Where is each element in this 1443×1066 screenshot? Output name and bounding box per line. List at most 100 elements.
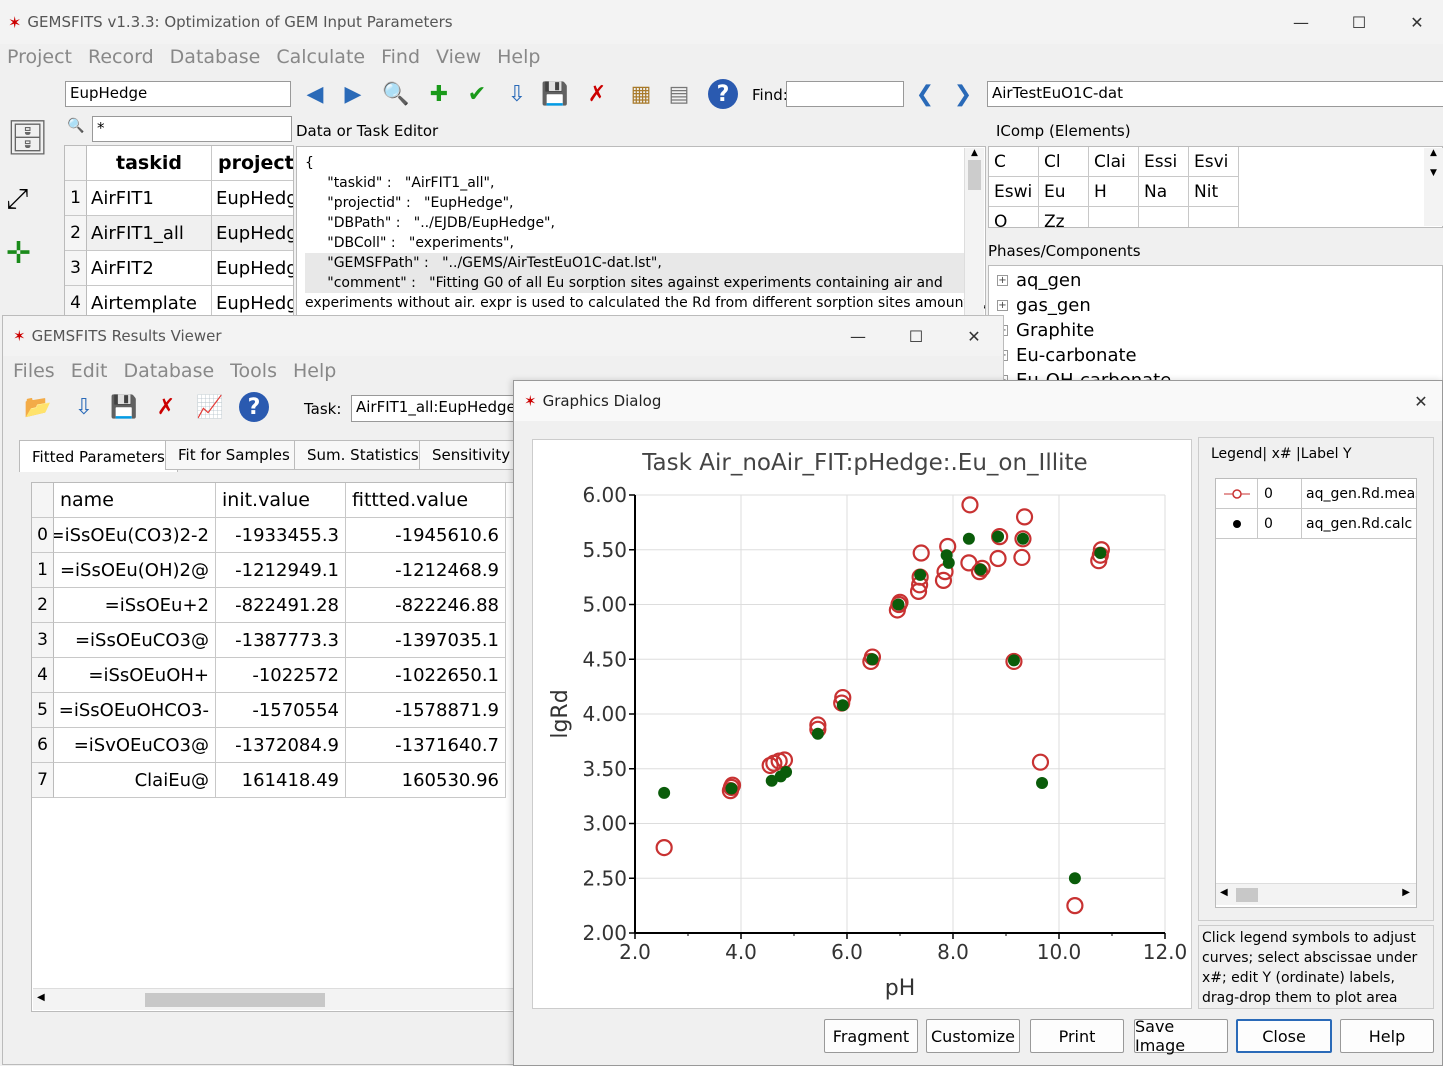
icomp-cell[interactable]: Cl	[1039, 147, 1089, 177]
rv-help-icon[interactable]: ?	[239, 392, 269, 422]
icomp-cell[interactable]	[1089, 207, 1139, 227]
save-icon[interactable]: 💾	[538, 77, 572, 111]
calculator-icon[interactable]: ▦	[624, 77, 658, 111]
forward-arrow-icon[interactable]: ▶	[336, 77, 370, 111]
table-icon[interactable]: ▤	[662, 77, 696, 111]
icomp-cell[interactable]: Na	[1139, 177, 1189, 207]
task-header-taskid[interactable]: taskid	[87, 146, 212, 181]
params-header-fitted[interactable]: fittted.value	[346, 483, 506, 518]
icomp-cell[interactable]: H	[1089, 177, 1139, 207]
param-cell-fitted[interactable]: -1022650.1	[346, 658, 506, 693]
legend-x-index[interactable]: 0	[1258, 479, 1302, 509]
legend-symbol[interactable]	[1216, 509, 1258, 539]
close-button[interactable]: ✕	[1388, 0, 1443, 44]
param-cell-name[interactable]: =iSsOEu(OH)2@	[54, 553, 216, 588]
project-field[interactable]: EupHedge	[65, 81, 291, 107]
task-cell-taskid[interactable]: AirFIT2	[87, 251, 212, 286]
plot-icon[interactable]: 📈	[193, 390, 227, 424]
menu-record[interactable]: Record	[88, 46, 154, 68]
icomp-cell[interactable]: C	[989, 147, 1039, 177]
param-cell-fitted[interactable]: -822246.88	[346, 588, 506, 623]
param-cell-init[interactable]: -1022572	[216, 658, 346, 693]
minimize-button[interactable]: —	[1272, 0, 1330, 44]
menu-project[interactable]: Project	[7, 46, 72, 68]
save-image-button[interactable]: Save Image	[1134, 1017, 1228, 1055]
legend-x-index[interactable]: 0	[1258, 509, 1302, 539]
param-cell-fitted[interactable]: -1945610.6	[346, 518, 506, 553]
graphics-close-button[interactable]: ✕	[1398, 381, 1442, 421]
param-cell-fitted[interactable]: -1371640.7	[346, 728, 506, 763]
fragment-button[interactable]: Fragment	[824, 1019, 918, 1053]
param-cell-init[interactable]: 161418.49	[216, 763, 346, 798]
delete-icon[interactable]: ✗	[580, 77, 614, 111]
help-icon[interactable]: ?	[708, 79, 738, 109]
param-cell-init[interactable]: -1212949.1	[216, 553, 346, 588]
back-arrow-icon[interactable]: ◀	[298, 77, 332, 111]
legend-hscrollbar[interactable]: ◀ ▶	[1216, 883, 1416, 905]
results-maximize-button[interactable]: ☐	[887, 316, 945, 356]
icomp-cell[interactable]: O	[989, 207, 1039, 227]
param-cell-init[interactable]: -1933455.3	[216, 518, 346, 553]
icomp-scrollbar[interactable]: ▲ ▼	[1424, 148, 1443, 226]
menu-rv-help[interactable]: Help	[293, 360, 336, 382]
icomp-cell[interactable]: Esvi	[1189, 147, 1239, 177]
param-cell-name[interactable]: =iSvOEuCO3@	[54, 728, 216, 763]
icomp-cell[interactable]: Zz	[1039, 207, 1089, 227]
phase-tree-item[interactable]: + gas_gen	[997, 295, 1091, 316]
param-cell-init[interactable]: -1372084.9	[216, 728, 346, 763]
close-dialog-button[interactable]: Close	[1236, 1019, 1332, 1053]
icomp-cell[interactable]: Essi	[1139, 147, 1189, 177]
check-icon[interactable]: ✔	[460, 77, 494, 111]
rv-delete-icon[interactable]: ✗	[149, 390, 183, 424]
icomp-cell[interactable]: Eu	[1039, 177, 1089, 207]
customize-button[interactable]: Customize	[926, 1019, 1020, 1053]
task-cell-taskid[interactable]: AirFIT1	[87, 181, 212, 216]
import-icon[interactable]: ⇩	[500, 77, 534, 111]
task-cell-project[interactable]: EupHedg	[212, 251, 293, 286]
params-header-name[interactable]: name	[54, 483, 216, 518]
results-close-button[interactable]: ✕	[945, 316, 1003, 356]
expand-icon[interactable]: +	[997, 275, 1008, 286]
rv-save-icon[interactable]: 💾	[107, 390, 141, 424]
menu-calculate[interactable]: Calculate	[276, 46, 365, 68]
param-cell-name[interactable]: =iSsOEuCO3@	[54, 623, 216, 658]
filter-input[interactable]: *	[92, 116, 292, 142]
param-cell-fitted[interactable]: -1212468.9	[346, 553, 506, 588]
find-next-icon[interactable]: ❯	[946, 77, 980, 111]
params-header-init[interactable]: init.value	[216, 483, 346, 518]
menu-rv-database[interactable]: Database	[124, 360, 215, 382]
menu-database[interactable]: Database	[170, 46, 261, 68]
task-cell-project[interactable]: EupHedg	[212, 216, 293, 251]
link-tool-icon[interactable]: ⤢	[6, 182, 58, 222]
task-cell-taskid[interactable]: AirFIT1_all	[87, 216, 212, 251]
menu-tools[interactable]: Tools	[230, 360, 277, 382]
scatter-chart[interactable]: 2.0 4.0 6.0 8.0 10.0 12.02.002.503.003.504.00…	[533, 440, 1193, 1010]
menu-files[interactable]: Files	[13, 360, 55, 382]
param-cell-init[interactable]: -822491.28	[216, 588, 346, 623]
icomp-cell[interactable]	[1189, 207, 1239, 227]
rv-import-icon[interactable]: ⇩	[67, 390, 101, 424]
database-key-icon[interactable]: 🗄	[6, 118, 58, 174]
param-cell-init[interactable]: -1570554	[216, 693, 346, 728]
menu-help[interactable]: Help	[497, 46, 540, 68]
menu-view[interactable]: View	[436, 46, 481, 68]
param-cell-name[interactable]: =iSsOEu+2	[54, 588, 216, 623]
tab-sum-statistics[interactable]: Sum. Statistics	[294, 440, 432, 470]
plot-panel[interactable]: 2.0 4.0 6.0 8.0 10.0 12.0 2.00 2.50 3.00 3.50 4.00…	[532, 439, 1192, 1009]
param-cell-fitted[interactable]: -1578871.9	[346, 693, 506, 728]
tab-fit-for-samples[interactable]: Fit for Samples	[165, 440, 303, 470]
expand-icon[interactable]: +	[997, 300, 1008, 311]
icomp-cell[interactable]	[1139, 207, 1189, 227]
menu-edit[interactable]: Edit	[71, 360, 108, 382]
maximize-button[interactable]: ☐	[1330, 0, 1388, 44]
help-button[interactable]: Help	[1340, 1019, 1434, 1053]
open-folder-icon[interactable]: 📂	[21, 390, 55, 424]
record-key-field[interactable]: AirTestEuO1C-dat	[987, 81, 1443, 107]
add-record-icon[interactable]: ✚	[422, 77, 456, 111]
param-cell-fitted[interactable]: -1397035.1	[346, 623, 506, 658]
task-header-project[interactable]: project	[212, 146, 293, 181]
menu-find[interactable]: Find	[381, 46, 420, 68]
param-cell-init[interactable]: -1387773.3	[216, 623, 346, 658]
param-cell-name[interactable]: =iSsOEuOHCO3-	[54, 693, 216, 728]
phase-tree-item[interactable]: +Eu-carbonate	[997, 345, 1137, 366]
